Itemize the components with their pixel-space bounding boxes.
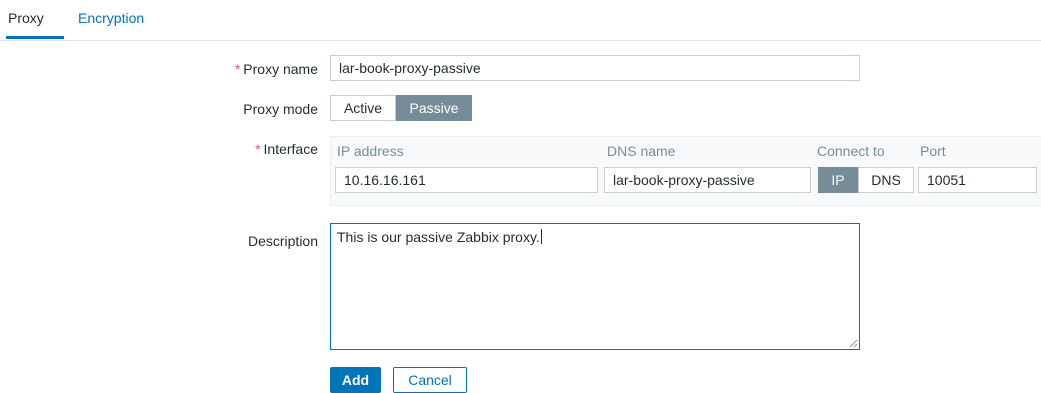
add-button[interactable]: Add — [330, 367, 381, 393]
tab-proxy-active-indicator — [6, 36, 64, 39]
description-label: Description — [247, 233, 318, 249]
resize-grip-icon[interactable] — [849, 339, 857, 347]
connect-dns-option[interactable]: DNS — [858, 167, 914, 193]
connect-ip-option[interactable]: IP — [818, 167, 858, 193]
required-mark: * — [255, 141, 261, 157]
dns-name-input[interactable]: lar-book-proxy-passive — [604, 167, 811, 193]
proxy-mode-active-option[interactable]: Active — [330, 95, 396, 121]
required-mark: * — [234, 61, 241, 77]
proxy-mode-label: Proxy mode — [243, 101, 318, 117]
tab-encryption[interactable]: Encryption — [78, 10, 144, 26]
proxy-mode-passive-option[interactable]: Passive — [396, 95, 472, 121]
description-text: This is our passive Zabbix proxy. — [337, 229, 540, 245]
text-caret — [540, 229, 542, 244]
connect-to-header: Connect to — [817, 143, 885, 159]
form-tabs: Proxy Encryption — [0, 0, 1041, 41]
proxy-name-input[interactable]: lar-book-proxy-passive — [330, 55, 860, 81]
description-textarea[interactable]: This is our passive Zabbix proxy. — [330, 223, 860, 350]
port-header: Port — [920, 143, 946, 159]
ip-address-header: IP address — [337, 143, 404, 159]
proxy-name-label: * Proxy name — [234, 61, 318, 77]
port-input[interactable]: 10051 — [918, 167, 1037, 193]
cancel-button[interactable]: Cancel — [393, 367, 467, 393]
ip-address-input[interactable]: 10.16.16.161 — [335, 167, 598, 193]
interface-label: * Interface — [255, 141, 318, 157]
tab-proxy[interactable]: Proxy — [8, 10, 44, 26]
dns-name-header: DNS name — [607, 143, 676, 159]
